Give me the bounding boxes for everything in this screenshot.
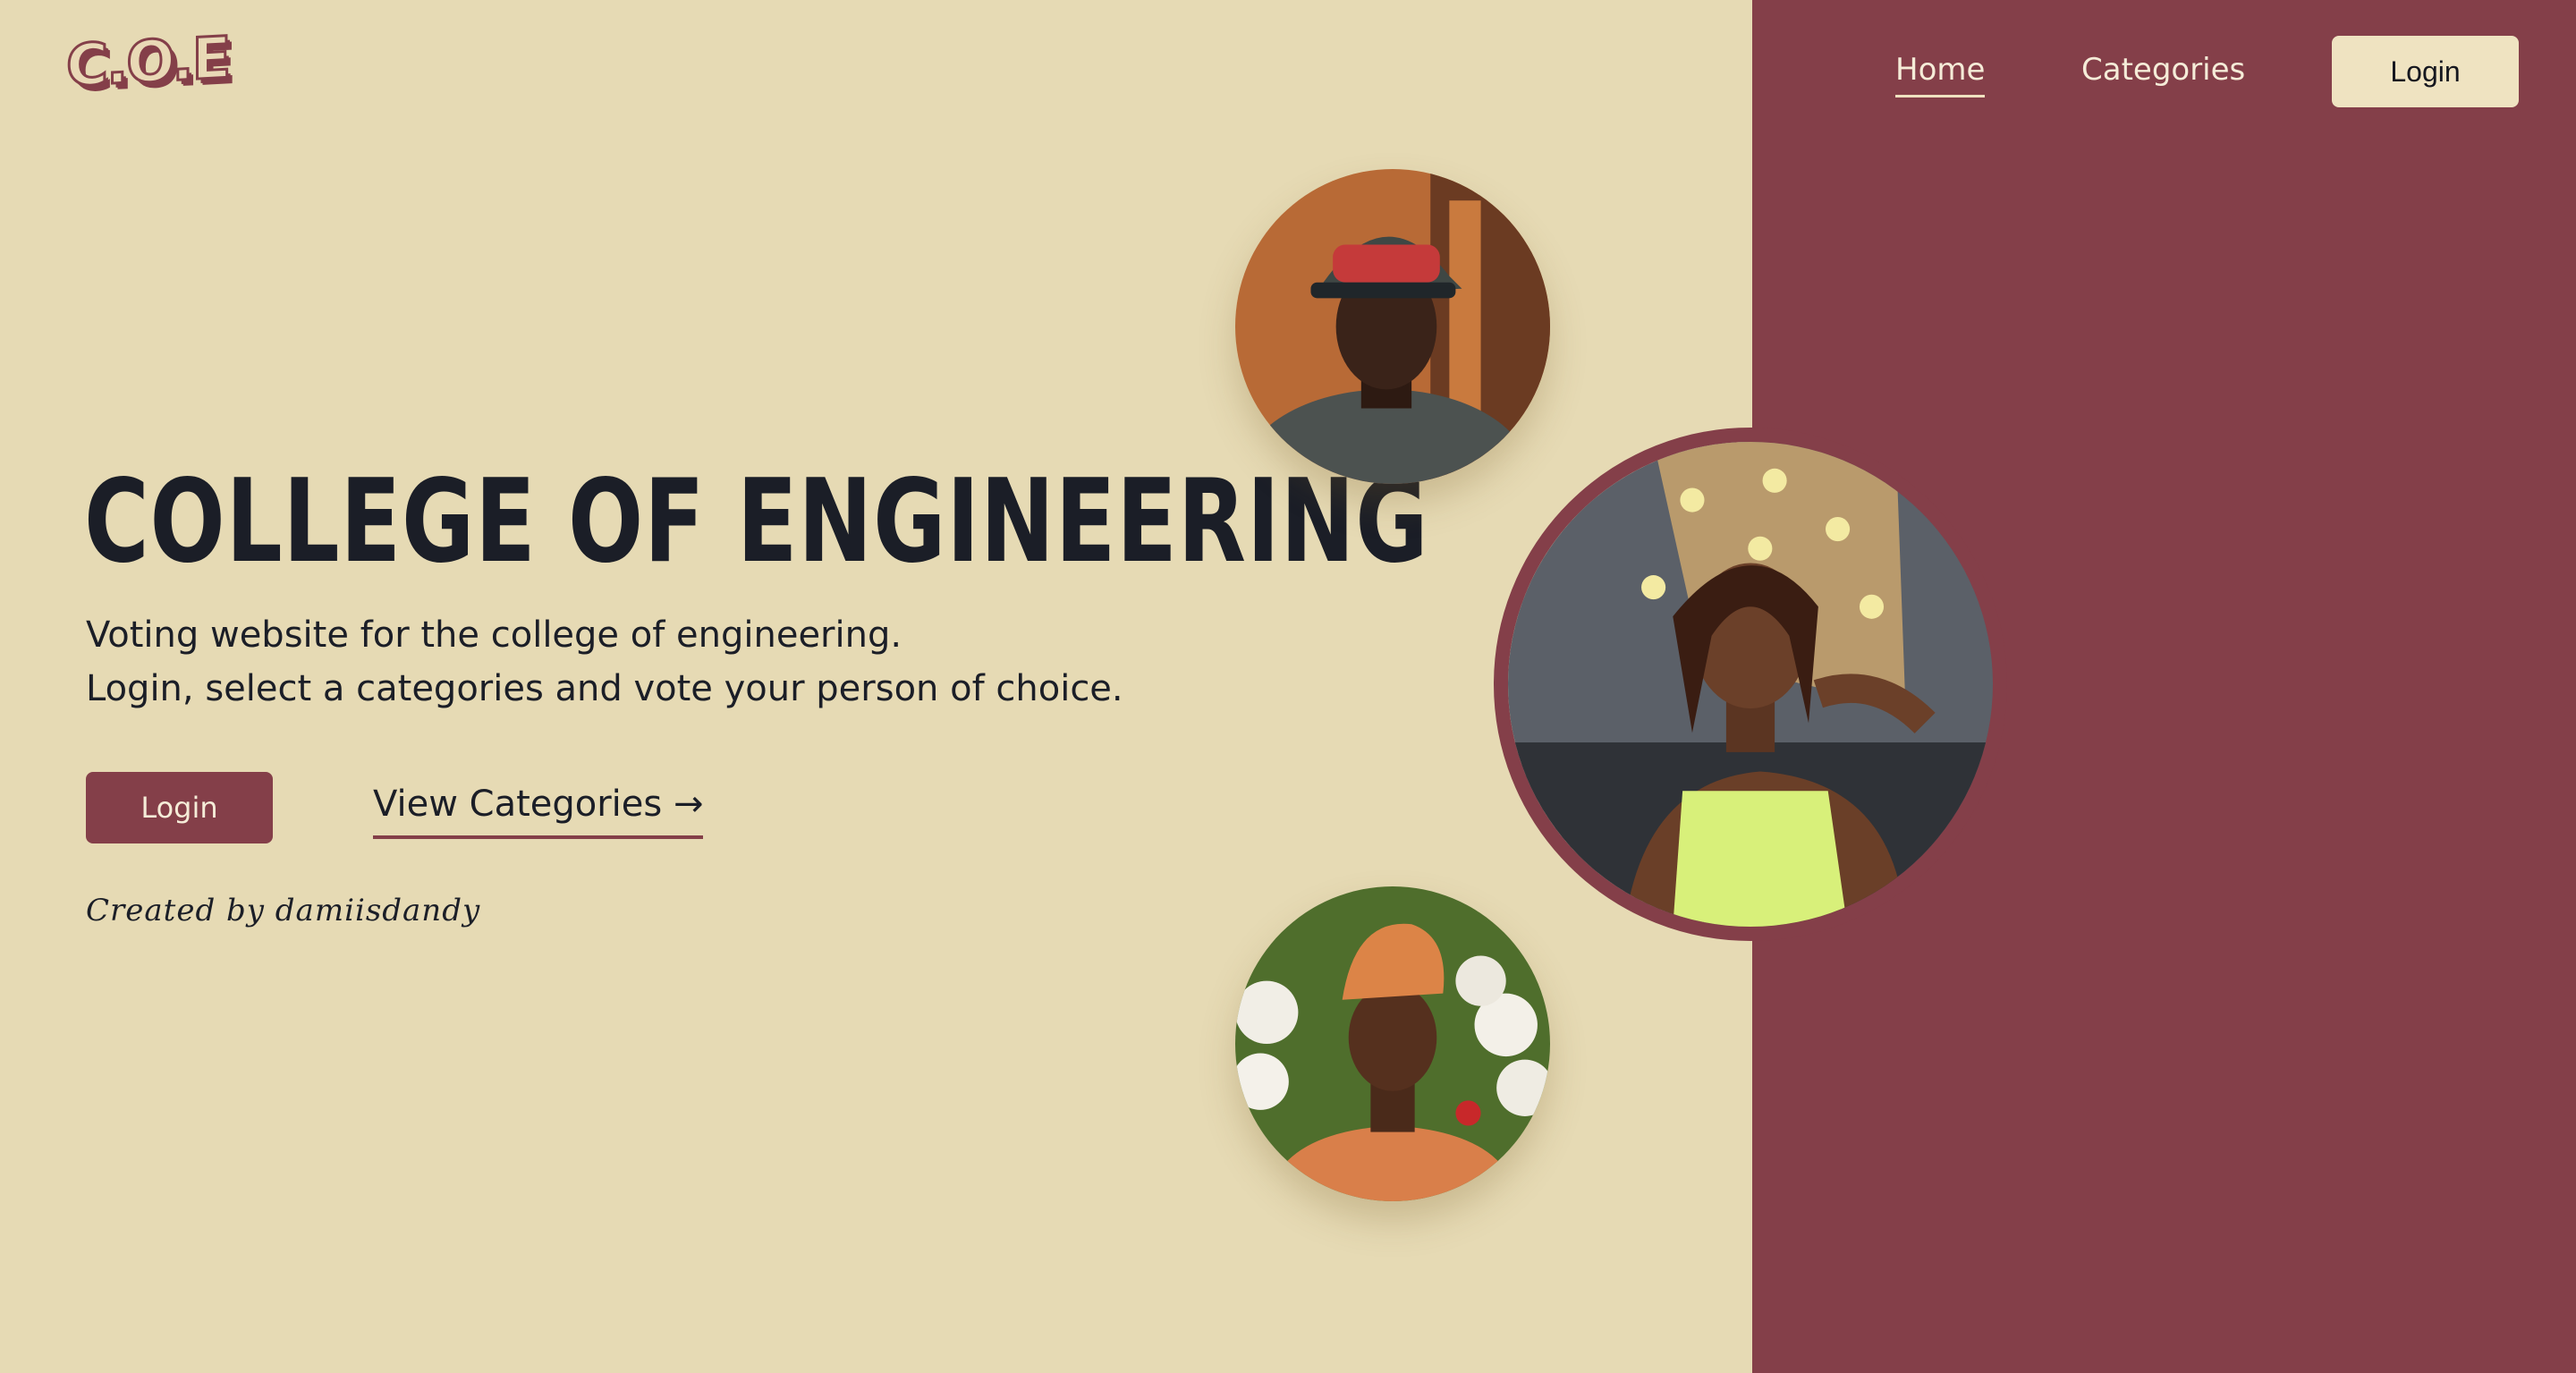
hero-title: COLLEGE OF ENGINEERING	[84, 455, 1429, 589]
view-categories-link[interactable]: View Categories →	[373, 784, 704, 839]
nav-login-button[interactable]: Login	[2332, 36, 2519, 107]
candidate-photo-man-with-cap	[1235, 169, 1550, 484]
hero-description-line-1: Voting website for the college of engine…	[86, 614, 902, 656]
nav-home-link[interactable]: Home	[1895, 52, 1986, 97]
site-logo[interactable]: C.O.E	[65, 24, 231, 102]
hero-login-button[interactable]: Login	[86, 772, 273, 843]
nav-categories-link[interactable]: Categories	[2081, 52, 2245, 88]
candidate-photo-man-in-orange	[1235, 886, 1550, 1201]
hero-description: Voting website for the college of engine…	[86, 608, 1123, 716]
hero-description-line-2: Login, select a categories and vote your…	[86, 668, 1123, 709]
candidate-photo-woman-with-braids	[1494, 428, 2007, 941]
author-credit: Created by damiisdandy	[86, 893, 481, 928]
